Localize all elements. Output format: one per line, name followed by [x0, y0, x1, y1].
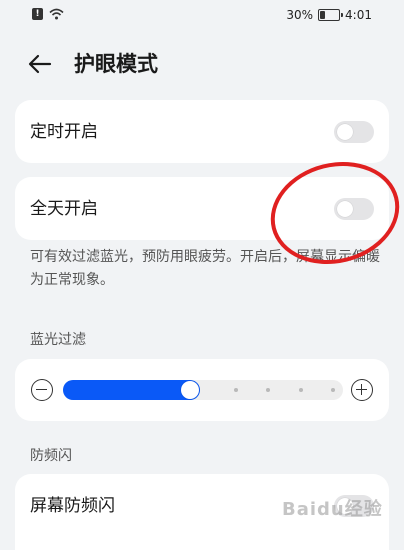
slider-fill: [63, 380, 200, 400]
status-left: !: [32, 8, 64, 20]
screen-anti-flicker-label: 屏幕防频闪: [30, 496, 115, 516]
slider-knob[interactable]: [181, 381, 199, 399]
all-day-on-toggle[interactable]: [334, 198, 374, 220]
status-bar: ! 30% 4:01: [0, 0, 404, 32]
eye-comfort-description: 可有效过滤蓝光，预防用眼疲劳。开启后，屏幕显示偏暖为正常现象。: [30, 249, 380, 288]
page-title: 护眼模式: [74, 52, 158, 76]
decrease-minus-icon[interactable]: [31, 379, 53, 401]
baidu-watermark: Baidu经验: [282, 499, 383, 520]
anti-flicker-section-title: 防频闪: [30, 448, 72, 464]
slider-step-dot: [331, 388, 335, 392]
all-day-on-card[interactable]: 全天开启: [15, 177, 389, 240]
toggle-knob: [337, 124, 353, 140]
page-header: 护眼模式: [0, 40, 404, 88]
all-day-on-label: 全天开启: [30, 199, 98, 219]
scheduled-on-toggle[interactable]: [334, 121, 374, 143]
slider-step-dot: [233, 388, 238, 392]
clock-time: 4:01: [345, 8, 372, 22]
notification-alert-icon: !: [32, 8, 43, 20]
toggle-knob: [337, 201, 353, 217]
status-right: 30% 4:01: [286, 8, 372, 22]
blue-light-slider[interactable]: [63, 380, 343, 400]
battery-percentage: 30%: [286, 8, 314, 22]
slider-step-dot: [266, 388, 270, 392]
increase-plus-icon[interactable]: [351, 379, 373, 401]
scheduled-on-label: 定时开启: [30, 122, 98, 142]
slider-step-dot: [298, 388, 303, 392]
blue-light-section-title: 蓝光过滤: [30, 332, 86, 348]
wifi-icon: [49, 8, 64, 20]
scheduled-on-card[interactable]: 定时开启: [15, 100, 389, 163]
battery-icon: [318, 9, 344, 21]
back-arrow-icon[interactable]: [26, 50, 54, 78]
